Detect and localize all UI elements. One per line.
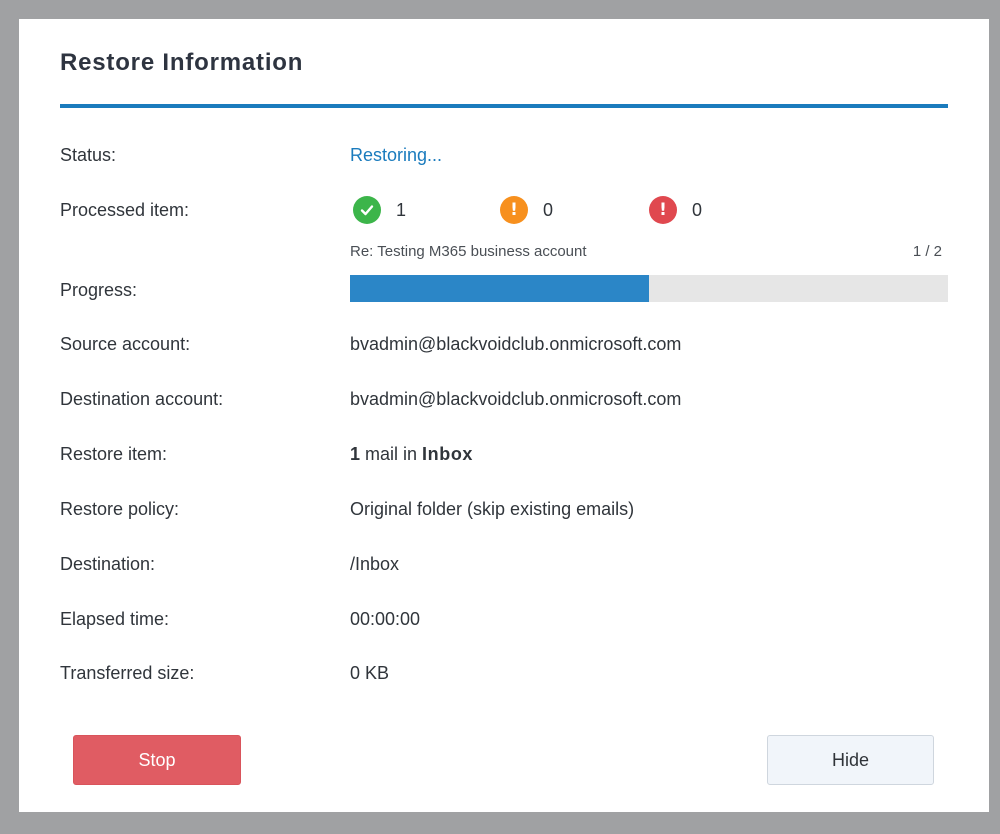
processed-item-label: Processed item: (60, 200, 190, 220)
restore-item-count: 1 (350, 444, 361, 464)
status-value: Restoring... (350, 145, 443, 165)
elapsed-time-value: 00:00:00 (350, 609, 421, 629)
progress-current-item: Re: Testing M365 business account (350, 243, 587, 260)
transferred-size-label: Transferred size: (60, 663, 195, 683)
source-account-value: bvadmin@blackvoidclub.onmicrosoft.com (350, 334, 682, 354)
restore-policy-value: Original folder (skip existing emails) (350, 499, 635, 519)
restore-policy-label: Restore policy: (60, 499, 180, 519)
progress-bar-fill (350, 275, 649, 302)
progress-bar (350, 275, 948, 302)
source-account-label: Source account: (60, 334, 191, 354)
restore-information-dialog: Restore Information Status: Restoring...… (19, 19, 989, 812)
stop-button[interactable]: Stop (73, 735, 241, 785)
success-count-group: 1 (353, 196, 406, 224)
warning-count-group: ! 0 (500, 196, 553, 224)
restore-item-value: 1 mail in Inbox (350, 443, 473, 465)
dialog-title: Restore Information (60, 49, 304, 76)
error-count-group: ! 0 (649, 196, 702, 224)
destination-label: Destination: (60, 554, 156, 574)
status-label: Status: (60, 145, 117, 165)
destination-account-value: bvadmin@blackvoidclub.onmicrosoft.com (350, 389, 682, 409)
restore-item-folder: Inbox (422, 444, 474, 464)
progress-label: Progress: (60, 280, 138, 300)
elapsed-time-label: Elapsed time: (60, 609, 170, 629)
success-count: 1 (396, 199, 407, 220)
title-divider (60, 104, 948, 108)
error-circle-icon: ! (649, 196, 677, 224)
error-count: 0 (692, 199, 703, 220)
destination-value: /Inbox (350, 554, 400, 574)
warning-circle-icon: ! (500, 196, 528, 224)
check-circle-icon (353, 196, 381, 224)
transferred-size-value: 0 KB (350, 663, 390, 683)
hide-button[interactable]: Hide (767, 735, 934, 785)
destination-account-label: Destination account: (60, 389, 224, 409)
restore-item-middle: mail in (360, 444, 423, 464)
warning-count: 0 (543, 199, 554, 220)
restore-item-label: Restore item: (60, 444, 168, 464)
progress-counter: 1 / 2 (912, 243, 942, 260)
